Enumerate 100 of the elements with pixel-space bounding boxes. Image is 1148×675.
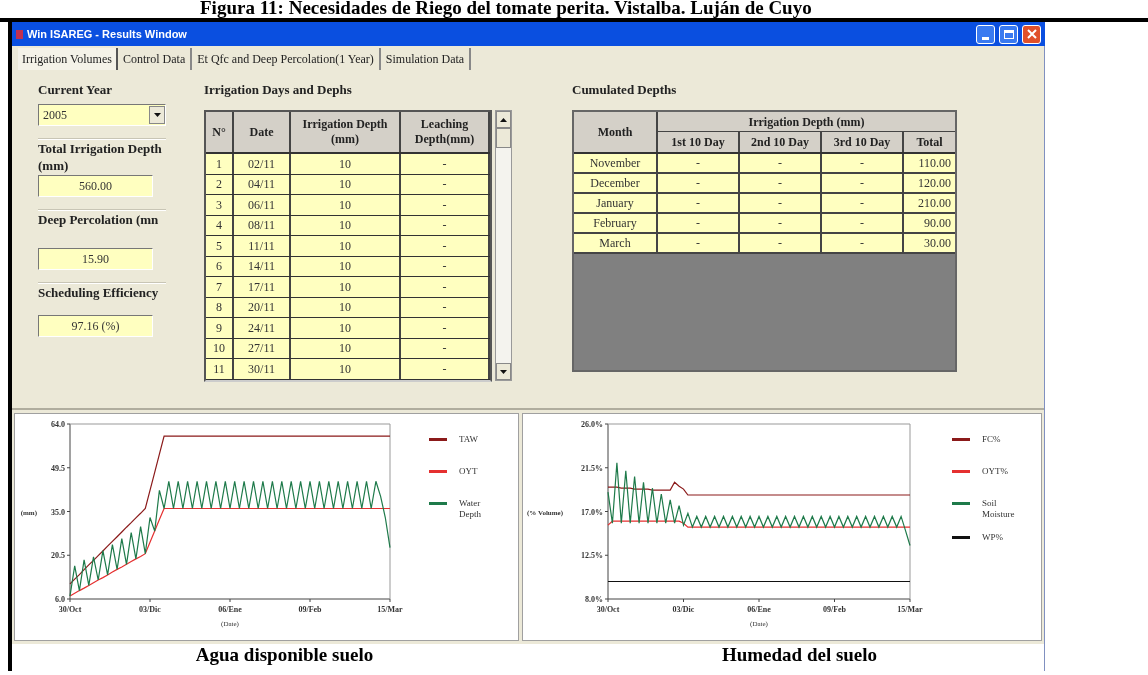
column-header: Total [915,134,944,151]
tab[interactable]: Simulation Data [380,48,472,70]
tick-label: 20.5 [51,551,65,561]
maximize-button[interactable] [999,24,1018,44]
table-cell: 10 [291,318,401,338]
scrollbar[interactable] [495,110,512,381]
app-icon [16,29,23,39]
scroll-thumb[interactable] [496,128,511,148]
table-cell: - [401,256,490,276]
table-cell: - [401,318,490,338]
chart-caption: Humedad del suelo [720,644,878,667]
section-title: Irrigation Days and Dephs [204,81,353,98]
table-cell: 8 [206,297,234,317]
table-cell: - [740,214,822,232]
legend-label: FC% [982,434,1002,445]
tick-label: 30/Oct [58,605,82,614]
legend-label: OYT [459,466,479,477]
up-arrow-icon [500,117,507,122]
table-cell: 10 [291,236,401,256]
table-cell: - [401,154,490,174]
table-cell: - [401,236,490,256]
table-cell: 10 [291,154,401,174]
section-title: Cumulated Depths [572,81,678,98]
field-label: Total Irrigation Depth (mm) [38,140,163,174]
column-header: 2nd 10 Day [740,132,822,152]
table-cell: 4 [206,215,234,235]
table-cell: 7 [206,277,234,297]
scroll-down-button[interactable] [496,363,511,380]
tick-label: 8.0% [585,595,603,604]
tick-label: 09/Feb [822,605,847,614]
minimize-icon [982,36,989,40]
table-cell: - [822,174,904,192]
column-header: N° [206,112,234,152]
tick-label: 30/Oct [596,605,620,614]
table-cell: 24/11 [234,318,291,338]
tick-label: 03/Dic [672,605,695,614]
tick-label: 21.5% [581,463,603,473]
tick-label: 09/Feb [298,605,322,614]
close-button[interactable] [1022,24,1041,44]
table-cell: 11 [206,359,234,379]
field-label: Current Year [38,81,113,98]
table-cell: - [401,359,490,379]
field-label: Deep Percolation (mn [38,211,160,228]
value-field: 15.90 [38,248,153,270]
table-cell: 5 [206,236,234,256]
table-cell: 2 [206,174,234,194]
caret-icon [153,113,161,117]
table-cell: 10 [291,195,401,215]
table-cell: - [658,234,740,252]
tick-label: 17.0% [581,507,603,517]
table-cell: - [658,174,740,192]
tab[interactable]: Control Data [117,48,193,70]
table-cell: - [822,194,904,212]
table-cell: 30/11 [234,359,291,379]
legend-label: Water Depth [459,498,482,520]
tick-label: 64.0 [51,420,65,429]
table-cell: - [740,194,822,212]
table-cell-text: 30.00 [923,235,952,252]
table-cell-text: 120.00 [917,175,952,192]
maximize-icon [1003,29,1014,39]
table-cell: December [574,174,658,192]
table-cell-text: 210.00 [917,195,952,212]
table-cell: 6 [206,256,234,276]
minimize-button[interactable] [976,24,995,44]
tab[interactable]: Irrigation Volumes [18,48,118,70]
table-cell: 06/11 [234,195,291,215]
scroll-up-button[interactable] [496,111,511,128]
table-cell: 08/11 [234,215,291,235]
table-cell: 9 [206,318,234,338]
table-cell: - [822,234,904,252]
tick-label: 06/Ene [218,605,242,614]
dropdown-button[interactable] [149,106,165,124]
window-title: Win ISAREG - Results Window [27,26,188,42]
table-cell: 10 [291,297,401,317]
table-cell: - [740,174,822,192]
table-cell: 10 [291,174,401,194]
tick-label: 26.0% [581,420,603,429]
table-cell: 17/11 [234,277,291,297]
value-field: 560.00 [38,175,153,197]
tick-label: 03/Dic [139,605,161,614]
table-cell: - [822,214,904,232]
table-cell: 1 [206,154,234,174]
tick-label: 49.5 [51,463,65,473]
table-cell: November [574,154,658,172]
table-cell-text: 110.00 [917,155,952,172]
table-cell: - [401,215,490,235]
tab[interactable]: Et Qfc and Deep Percolation(1 Year) [192,48,381,70]
table-cell: 10 [291,338,401,358]
close-icon [1026,29,1037,39]
year-dropdown[interactable]: 2005 [38,104,166,126]
column-header: Irrigation Depth (mm) [658,112,955,132]
table-cell: - [401,277,490,297]
column-header: 3rd 10 Day [822,132,904,152]
table-cell: 02/11 [234,154,291,174]
table-cell: - [401,297,490,317]
table-cell: - [822,154,904,172]
table-cell: - [740,234,822,252]
table-cell: - [658,194,740,212]
table-cell: 10 [206,338,234,358]
table-cell: - [658,154,740,172]
